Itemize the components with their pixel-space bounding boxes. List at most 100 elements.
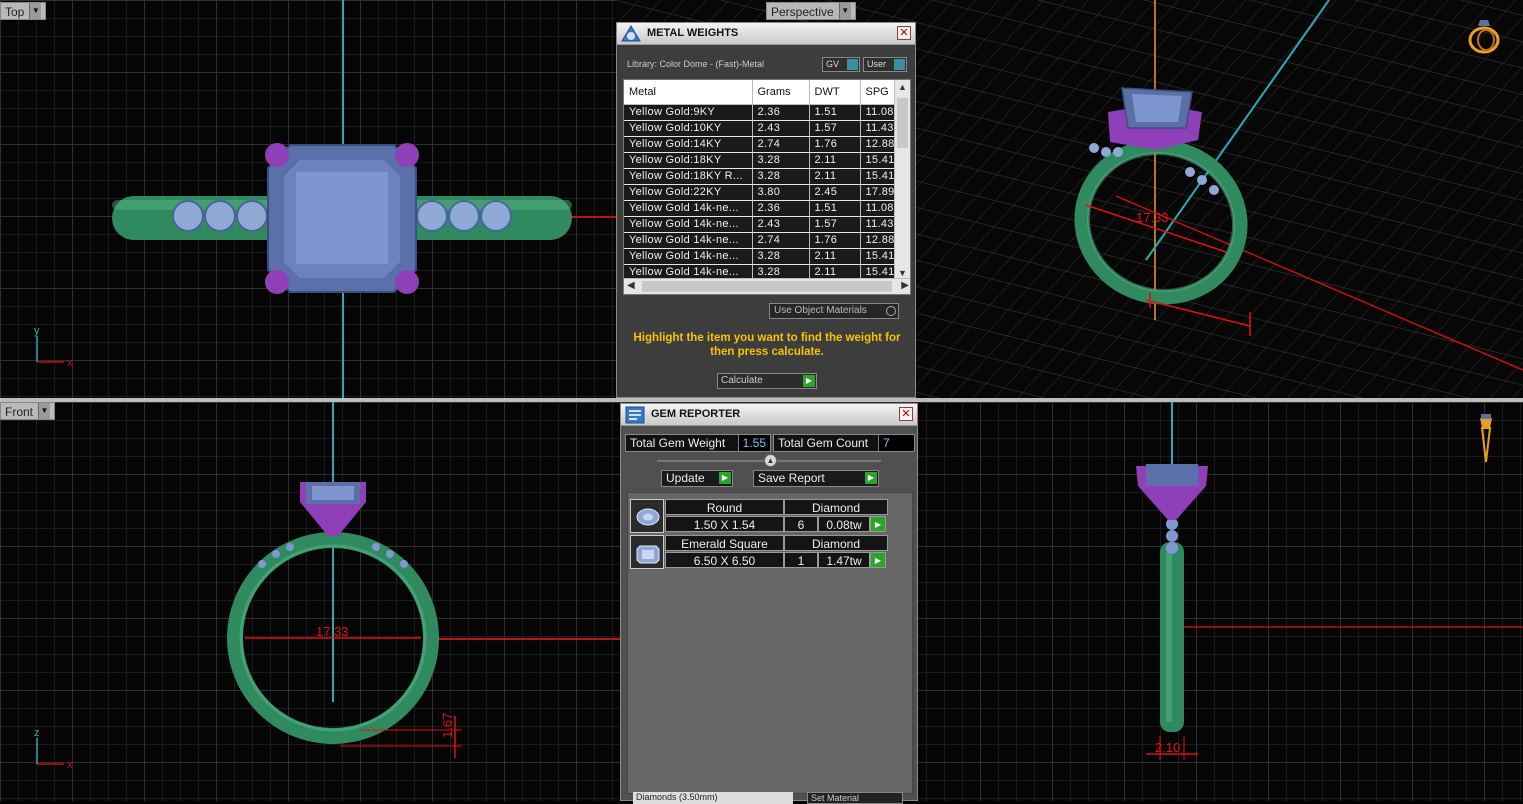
gem-size-dropdown[interactable]: Diamonds (3.50mm) [633,792,793,804]
horizontal-scrollbar[interactable]: ◀ ▶ [624,278,910,294]
gem-list[interactable]: Round Diamond 1.50 X 1.54 6 0.08tw ▶ Eme… [627,492,913,794]
viewport-label-perspective[interactable]: Perspective ▼ [766,2,856,20]
scroll-left-icon[interactable]: ◀ [627,280,635,291]
table-cell: 1.76 [809,232,861,249]
table-row[interactable]: Yellow Gold:18KY R... 3.28 2.11 15.41 [624,168,895,185]
gem-material: Diamond [784,499,888,515]
column-header[interactable]: Metal [624,80,753,105]
gem-count: 6 [784,516,818,532]
scroll-down-icon[interactable]: ▼ [898,268,907,278]
table-cell: 2.43 [752,216,810,233]
user-toggle[interactable]: User [863,57,907,72]
use-object-materials-toggle[interactable]: Use Object Materials [769,303,899,319]
table-cell: 3.28 [752,248,810,265]
metal-weights-logo-icon [621,25,641,42]
table-cell: Yellow Gold:14KY [624,136,753,153]
table-header-row: Metal Grams DWT SPG [624,80,895,105]
column-header[interactable]: Grams [752,80,810,105]
set-material-button[interactable]: Set Material [807,792,903,804]
close-icon[interactable]: ✕ [899,407,913,421]
top-viewport[interactable]: y x Top ▼ [0,0,616,398]
axis-gizmo: y x [34,325,73,369]
table-cell: Yellow Gold 14k-ne... [624,248,753,265]
gem-row[interactable]: Round Diamond 1.50 X 1.54 6 0.08tw ▶ [630,499,888,533]
scroll-right-icon[interactable]: ▶ [901,280,909,291]
table-cell: 2.11 [809,168,861,185]
top-view-scene: y x [34,0,616,398]
table-row[interactable]: Yellow Gold:22KY 3.80 2.45 17.89 [624,184,895,201]
play-icon: ▶ [719,472,731,484]
side-stones [1166,518,1178,554]
table-cell: 11.08 [860,200,895,217]
metal-table[interactable]: Metal Grams DWT SPG Yellow Gold:9KY 2.36 1… [623,79,911,295]
ring-side-preview-icon [1480,414,1492,463]
column-header[interactable]: SPG [860,80,895,105]
table-cell: 11.08 [860,104,895,121]
gem-select-button[interactable]: ▶ [870,552,886,568]
table-row[interactable]: Yellow Gold 14k-ne... 2.43 1.57 11.43 [624,216,895,233]
chevron-down-icon[interactable]: ▼ [38,403,51,419]
total-gem-count-value: 7 [878,435,914,451]
table-row[interactable]: Yellow Gold:10KY 2.43 1.57 11.43 [624,120,895,137]
table-cell: 3.28 [752,168,810,185]
metal-weights-panel[interactable]: METAL WEIGHTS ✕ Library: Color Dome - (F… [616,22,916,398]
svg-text:17.33: 17.33 [316,624,349,639]
chevron-down-icon[interactable]: ▼ [838,3,851,19]
gem-select-button[interactable]: ▶ [870,516,886,532]
table-cell: 1.51 [809,200,861,217]
center-emerald-stone [267,144,417,293]
total-gem-count: Total Gem Count 7 [773,434,915,452]
table-row[interactable]: Yellow Gold:9KY 2.36 1.51 11.08 [624,104,895,121]
chevron-down-icon[interactable]: ▼ [29,3,42,19]
calculate-button[interactable]: Calculate ▶ [717,373,817,389]
table-row[interactable]: Yellow Gold:18KY 3.28 2.11 15.41 [624,152,895,169]
table-cell: Yellow Gold:18KY R... [624,168,753,185]
table-cell: 1.57 [809,120,861,137]
table-cell: 2.74 [752,232,810,249]
table-cell: 2.11 [809,152,861,169]
viewport-label-front[interactable]: Front ▼ [0,402,56,420]
update-button[interactable]: Update ▶ [661,470,733,487]
gem-reporter-panel[interactable]: GEM REPORTER ✕ Total Gem Weight 1.55 Tot… [620,403,918,804]
svg-text:2.10: 2.10 [1155,740,1180,755]
scroll-up-icon[interactable]: ▲ [898,82,907,92]
gem-reporter-titlebar[interactable]: GEM REPORTER ✕ [621,404,917,426]
gem-shape: Emerald Square [665,535,784,551]
column-header[interactable]: DWT [809,80,861,105]
round-gem-icon [630,499,664,533]
front-viewport[interactable]: 17.33 1.67 z x Front ▼ [0,402,620,801]
svg-text:z: z [34,727,40,739]
table-cell: 15.41 [860,168,895,185]
gem-weight: 0.08tw [818,516,870,532]
table-row[interactable]: Yellow Gold 14k-ne... 3.28 2.11 15.41 [624,248,895,265]
svg-text:x: x [67,357,73,369]
vertical-scrollbar[interactable]: ▲ ▼ [894,80,910,280]
viewport-label-top[interactable]: Top ▼ [0,2,47,20]
table-cell: 2.36 [752,200,810,217]
instruction-text: Highlight the item you want to find the … [633,332,901,358]
side-stones-left [172,200,268,232]
svg-text:x: x [67,759,73,771]
gem-shape: Round [665,499,784,515]
metal-weights-titlebar[interactable]: METAL WEIGHTS ✕ [617,23,915,45]
play-icon: ▶ [803,375,815,387]
gem-reporter-logo-icon [625,406,645,424]
table-row[interactable]: Yellow Gold:14KY 2.74 1.76 12.88 [624,136,895,153]
save-report-button[interactable]: Save Report ▶ [753,470,879,487]
table-cell: 3.80 [752,184,810,201]
gem-size: 6.50 X 6.50 [665,552,784,568]
table-cell: 2.43 [752,120,810,137]
gem-row[interactable]: Emerald Square Diamond 6.50 X 6.50 1 1.4… [630,535,888,569]
table-row[interactable]: Yellow Gold 14k-ne... 2.74 1.76 12.88 [624,232,895,249]
table-cell: 1.51 [809,104,861,121]
table-cell: Yellow Gold 14k-ne... [624,232,753,249]
gem-size: 1.50 X 1.54 [665,516,784,532]
total-gem-weight: Total Gem Weight 1.55 [625,434,771,452]
gv-toggle[interactable]: GV [822,57,860,72]
emerald-gem-icon [630,535,664,569]
close-icon[interactable]: ✕ [897,26,911,40]
table-row[interactable]: Yellow Gold 14k-ne... 2.36 1.51 11.08 [624,200,895,217]
table-cell: Yellow Gold:22KY [624,184,753,201]
svg-text:y: y [34,325,40,337]
collapse-handle-icon[interactable]: ▲ [764,454,777,467]
